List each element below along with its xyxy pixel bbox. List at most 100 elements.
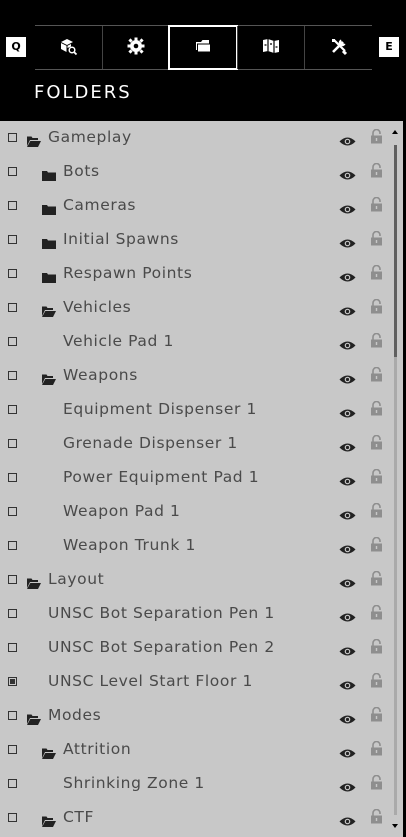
tree-row[interactable]: Attrition xyxy=(0,733,390,767)
tree-row[interactable]: UNSC Level Start Floor 1 xyxy=(0,665,390,699)
tab-map[interactable] xyxy=(236,26,305,69)
lock-icon[interactable] xyxy=(370,536,383,552)
lock-icon[interactable] xyxy=(370,298,383,314)
folder-open-icon[interactable] xyxy=(27,710,41,725)
eye-icon[interactable] xyxy=(339,404,356,418)
tree-row[interactable]: Weapon Pad 1 xyxy=(0,495,390,529)
lock-icon[interactable] xyxy=(370,468,383,484)
tree-row[interactable]: UNSC Bot Separation Pen 1 xyxy=(0,597,390,631)
row-checkbox[interactable] xyxy=(8,507,17,516)
row-checkbox[interactable] xyxy=(8,133,17,142)
lock-icon[interactable] xyxy=(370,366,383,382)
row-checkbox[interactable] xyxy=(8,609,17,618)
eye-icon[interactable] xyxy=(339,336,356,350)
lock-icon[interactable] xyxy=(370,706,383,722)
eye-icon[interactable] xyxy=(339,200,356,214)
lock-icon[interactable] xyxy=(370,774,383,790)
eye-icon[interactable] xyxy=(339,540,356,554)
eye-icon[interactable] xyxy=(339,268,356,282)
folder-closed-icon[interactable] xyxy=(42,166,56,181)
tab-folders[interactable] xyxy=(168,25,238,70)
eye-icon[interactable] xyxy=(339,166,356,180)
lock-icon[interactable] xyxy=(370,604,383,620)
row-checkbox[interactable] xyxy=(8,813,17,822)
eye-icon[interactable] xyxy=(339,472,356,486)
lock-icon[interactable] xyxy=(370,672,383,688)
folder-open-icon[interactable] xyxy=(42,370,56,385)
scrollbar-thumb[interactable] xyxy=(394,145,397,357)
folder-closed-icon[interactable] xyxy=(42,200,56,215)
eye-icon[interactable] xyxy=(339,778,356,792)
lock-icon[interactable] xyxy=(370,434,383,450)
row-checkbox[interactable] xyxy=(8,337,17,346)
tree-row[interactable]: Vehicles xyxy=(0,291,390,325)
row-checkbox[interactable] xyxy=(8,405,17,414)
eye-icon[interactable] xyxy=(339,506,356,520)
tree-row[interactable]: Weapon Trunk 1 xyxy=(0,529,390,563)
folder-open-icon[interactable] xyxy=(42,744,56,759)
folder-open-icon[interactable] xyxy=(42,812,56,827)
eye-icon[interactable] xyxy=(339,710,356,724)
eye-icon[interactable] xyxy=(339,642,356,656)
row-checkbox[interactable] xyxy=(8,575,17,584)
lock-icon[interactable] xyxy=(370,740,383,756)
tree-row[interactable]: Equipment Dispenser 1 xyxy=(0,393,390,427)
folder-open-icon[interactable] xyxy=(42,302,56,317)
tree-row[interactable]: Initial Spawns xyxy=(0,223,390,257)
row-checkbox[interactable] xyxy=(8,711,17,720)
key-hint-q[interactable]: Q xyxy=(6,37,26,57)
row-checkbox[interactable] xyxy=(8,541,17,550)
tree-row[interactable]: Weapons xyxy=(0,359,390,393)
eye-icon[interactable] xyxy=(339,234,356,248)
lock-icon[interactable] xyxy=(370,570,383,586)
tree-row[interactable]: Bots xyxy=(0,155,390,189)
lock-icon[interactable] xyxy=(370,808,383,824)
tree-row[interactable]: Layout xyxy=(0,563,390,597)
key-hint-e[interactable]: E xyxy=(379,37,399,57)
scroll-up-arrow-icon[interactable] xyxy=(391,129,399,135)
scroll-down-arrow-icon[interactable] xyxy=(391,823,399,829)
row-checkbox[interactable] xyxy=(8,439,17,448)
lock-icon[interactable] xyxy=(370,128,383,144)
eye-icon[interactable] xyxy=(339,812,356,826)
folder-open-icon[interactable] xyxy=(27,132,41,147)
lock-icon[interactable] xyxy=(370,502,383,518)
eye-icon[interactable] xyxy=(339,370,356,384)
eye-icon[interactable] xyxy=(339,608,356,622)
row-checkbox[interactable] xyxy=(8,677,17,686)
eye-icon[interactable] xyxy=(339,132,356,146)
lock-icon[interactable] xyxy=(370,264,383,280)
folder-closed-icon[interactable] xyxy=(42,234,56,249)
tree-row[interactable]: Power Equipment Pad 1 xyxy=(0,461,390,495)
lock-icon[interactable] xyxy=(370,638,383,654)
row-checkbox[interactable] xyxy=(8,473,17,482)
folder-tree-list[interactable]: Gameplay Bots Cameras Initial Spawns Respawn… xyxy=(0,121,403,837)
tree-row[interactable]: Grenade Dispenser 1 xyxy=(0,427,390,461)
row-checkbox[interactable] xyxy=(8,643,17,652)
row-checkbox[interactable] xyxy=(8,303,17,312)
tree-row[interactable]: Cameras xyxy=(0,189,390,223)
tree-row[interactable]: UNSC Bot Separation Pen 2 xyxy=(0,631,390,665)
tree-row[interactable]: Modes xyxy=(0,699,390,733)
row-checkbox[interactable] xyxy=(8,371,17,380)
tree-row[interactable]: CTF xyxy=(0,801,390,835)
tree-row[interactable]: Gameplay xyxy=(0,121,390,155)
eye-icon[interactable] xyxy=(339,744,356,758)
row-checkbox[interactable] xyxy=(8,745,17,754)
row-checkbox[interactable] xyxy=(8,269,17,278)
lock-icon[interactable] xyxy=(370,400,383,416)
eye-icon[interactable] xyxy=(339,302,356,316)
tree-row[interactable]: Vehicle Pad 1 xyxy=(0,325,390,359)
folder-open-icon[interactable] xyxy=(27,574,41,589)
lock-icon[interactable] xyxy=(370,230,383,246)
row-checkbox[interactable] xyxy=(8,167,17,176)
lock-icon[interactable] xyxy=(370,196,383,212)
row-checkbox[interactable] xyxy=(8,779,17,788)
tab-tools[interactable] xyxy=(304,26,372,69)
tree-row[interactable]: Shrinking Zone 1 xyxy=(0,767,390,801)
tab-settings[interactable] xyxy=(101,26,170,69)
tab-object-browser[interactable] xyxy=(35,26,102,69)
eye-icon[interactable] xyxy=(339,574,356,588)
lock-icon[interactable] xyxy=(370,332,383,348)
eye-icon[interactable] xyxy=(339,676,356,690)
